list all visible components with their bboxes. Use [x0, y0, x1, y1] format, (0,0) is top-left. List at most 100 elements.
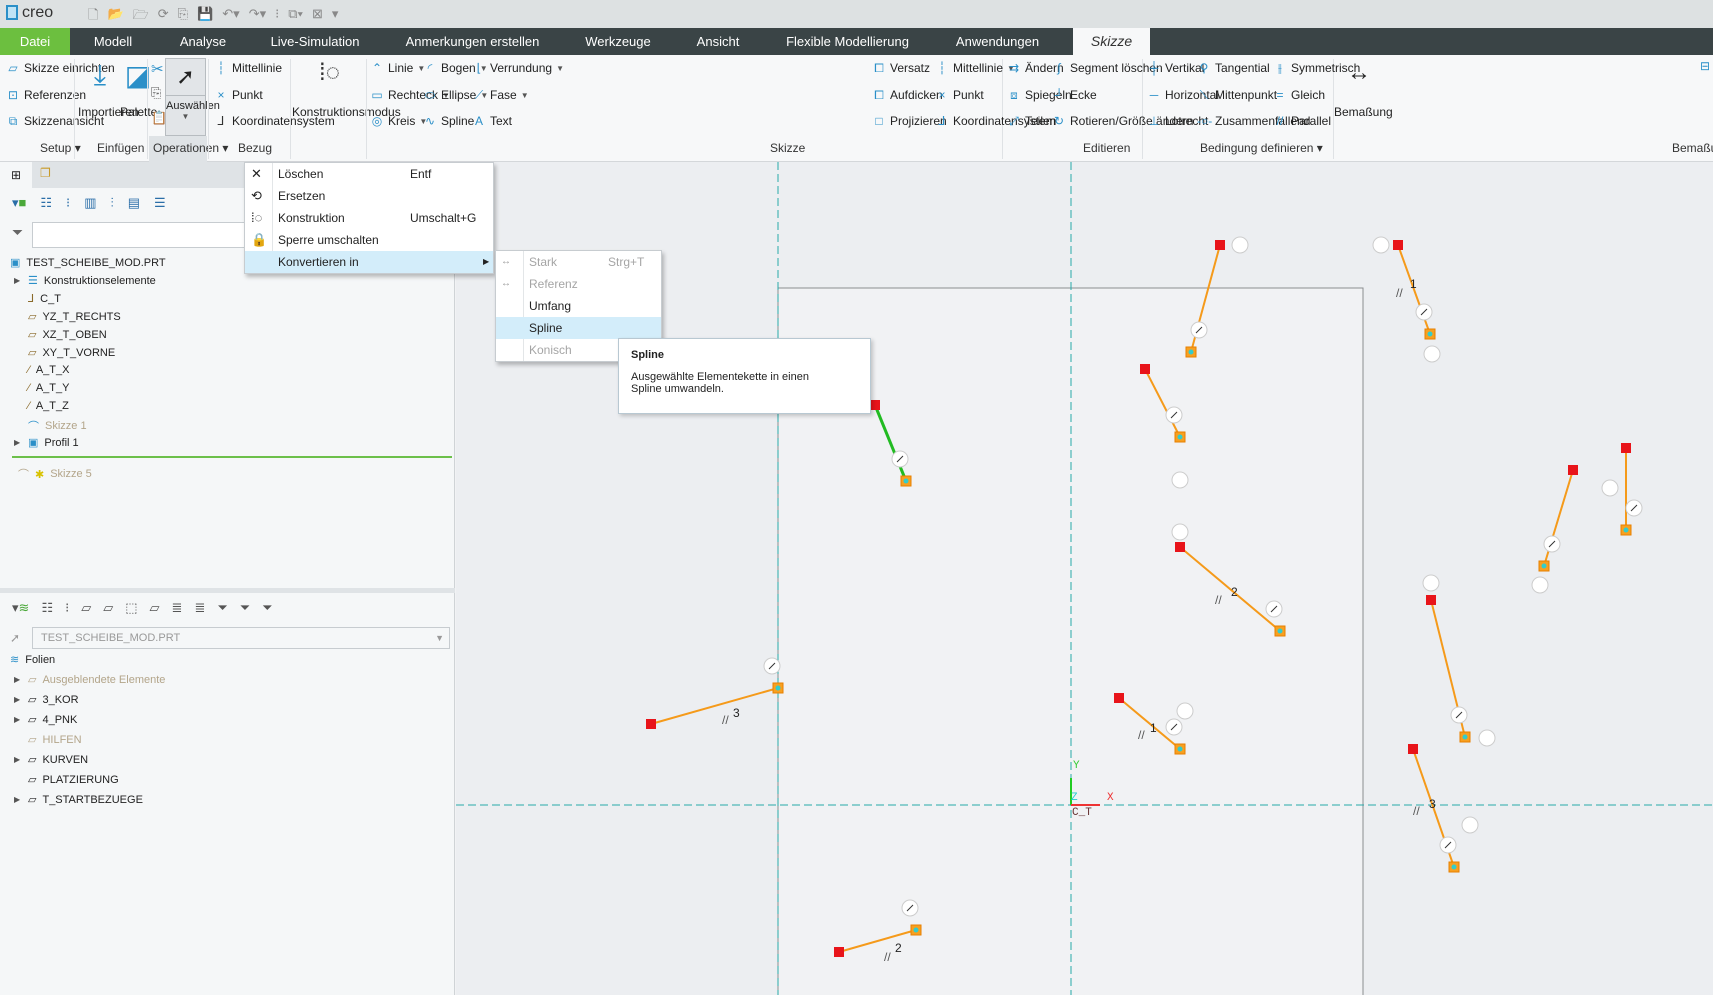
constraint-icon[interactable]: [1478, 729, 1496, 747]
importieren-button[interactable]: ⤓ Importieren: [78, 59, 139, 119]
expand-arrow-icon[interactable]: ▶: [14, 755, 22, 764]
constraint-gleich-button[interactable]: = Gleich: [1273, 88, 1325, 102]
menu-item-konvertieren-in[interactable]: Konvertieren in ▶: [245, 251, 493, 273]
constraint-icon[interactable]: [1171, 523, 1189, 541]
constraint-icon[interactable]: [1531, 576, 1549, 594]
tab-ansicht[interactable]: Ansicht: [688, 28, 748, 55]
layer-item[interactable]: ▶ ▱ 4_PNK: [14, 713, 77, 727]
show-dropdown-icon[interactable]: ▾■: [12, 195, 26, 211]
menu-item-konstruktion[interactable]: ⁞◌ Konstruktion Umschalt+G: [245, 207, 493, 229]
parallel-constraint-icon[interactable]: //: [1138, 728, 1145, 742]
tree-item[interactable]: ⁄ A_T_Y: [14, 382, 69, 394]
tree-item[interactable]: ▶ ▣ Profil 1: [14, 436, 79, 450]
new-layer-icon[interactable]: ▱: [103, 600, 113, 616]
tree-item-skizze-5[interactable]: ⌒ ✱ Skizze 5: [18, 466, 92, 482]
skizze-punkt-button[interactable]: × Punkt: [935, 88, 983, 102]
settings-icon[interactable]: ▤: [128, 195, 140, 211]
line-start-point[interactable]: [1621, 443, 1631, 453]
redo-icon[interactable]: ↷▾: [249, 6, 266, 28]
tree-item[interactable]: ▱ XZ_T_OBEN: [14, 328, 107, 342]
layer-item[interactable]: ▶ ▱ KURVEN: [14, 753, 88, 767]
constraint-icon[interactable]: [1171, 471, 1189, 489]
constraint-vertikal-button[interactable]: ┼ Vertikal: [1147, 61, 1205, 75]
dimension-label[interactable]: 1: [1410, 277, 1417, 291]
parallel-constraint-icon[interactable]: //: [1215, 593, 1222, 607]
cut-icon[interactable]: ✂: [151, 60, 164, 78]
bezug-punkt-button[interactable]: × Punkt: [214, 88, 262, 102]
tab-anmerkungen[interactable]: Anmerkungen erstellen: [395, 28, 550, 55]
menu-item-ersetzen[interactable]: ⟲ Ersetzen: [245, 185, 493, 207]
filter-icon[interactable]: ⏷: [240, 600, 250, 616]
submenu-item-referenz[interactable]: ↔ Referenz: [496, 273, 661, 295]
layer-item[interactable]: ▶ ▱ T_STARTBEZUEGE: [14, 793, 143, 807]
tree-item[interactable]: ▶ ☰ Konstruktionselemente: [14, 274, 156, 288]
constraint-icon[interactable]: [1423, 345, 1441, 363]
group-operationen[interactable]: Operationen ▾: [153, 141, 228, 155]
line-start-point[interactable]: [1175, 542, 1185, 552]
constraint-icon[interactable]: [1601, 479, 1619, 497]
panel-splitter[interactable]: [0, 588, 455, 593]
expand-arrow-icon[interactable]: ▶: [14, 438, 22, 447]
customize-icon[interactable]: ▾: [332, 6, 339, 28]
open-session-icon[interactable]: 🗁: [133, 6, 149, 28]
tree-item[interactable]: ▱ YZ_T_RECHTS: [14, 310, 121, 324]
skizze-verrundung-button[interactable]: ⌊ Verrundung ▼: [472, 61, 564, 75]
line-start-point[interactable]: [1215, 240, 1225, 250]
layer-model-combo[interactable]: TEST_SCHEIBE_MOD.PRT ▼: [32, 627, 450, 649]
tab-datei[interactable]: Datei: [0, 28, 70, 55]
chevron-down-icon[interactable]: ▼: [521, 91, 529, 100]
tree-item[interactable]: ⁄ A_T_Z: [14, 400, 69, 412]
edit-4-button[interactable]: ┘ Ecke: [1052, 88, 1097, 102]
dimension-label[interactable]: 3: [733, 706, 740, 720]
model-tree-tab-icon[interactable]: ⊞: [0, 162, 32, 188]
layer-show-icon[interactable]: ▾≋: [12, 600, 29, 616]
skizze-mittellinie-button[interactable]: ┆ Mittellinie ▼: [935, 61, 1015, 75]
constraint-symmetrisch-button[interactable]: ⫲ Symmetrisch: [1273, 61, 1360, 75]
undo-icon[interactable]: ↶▾: [222, 6, 239, 28]
chevron-down-icon[interactable]: ▼: [556, 64, 564, 73]
line-start-point[interactable]: [1408, 744, 1418, 754]
expand-arrow-icon[interactable]: ▶: [14, 675, 22, 684]
parallel-constraint-icon[interactable]: //: [884, 950, 891, 964]
open-icon[interactable]: 📂: [107, 6, 123, 28]
dimension-label[interactable]: 3: [1429, 797, 1436, 811]
expand-icon[interactable]: ☷: [41, 600, 53, 616]
layer-item[interactable]: ▶ ▱ Ausgeblendete Elemente: [14, 673, 165, 687]
filter-select-icon[interactable]: ⏷: [262, 600, 272, 616]
tab-analyse[interactable]: Analyse: [170, 28, 236, 55]
constraint-icon[interactable]: [1422, 574, 1440, 592]
dimension-extra-icon[interactable]: ⊟: [1700, 59, 1710, 73]
parallel-constraint-icon[interactable]: //: [1396, 286, 1403, 300]
expand-icon[interactable]: ☷: [40, 195, 52, 211]
constraint-icon[interactable]: [1231, 236, 1249, 254]
parallel-constraint-icon[interactable]: //: [722, 713, 729, 727]
bezug-mittellinie-button[interactable]: ┆ Mittellinie: [214, 61, 282, 75]
layer-item[interactable]: ▱ PLATZIERUNG: [14, 773, 119, 787]
expand-arrow-icon[interactable]: ▶: [14, 695, 22, 704]
layer-stack2-icon[interactable]: ≣: [194, 600, 205, 616]
tree-item[interactable]: ▱ XY_T_VORNE: [14, 346, 115, 360]
tree-item[interactable]: ⁄ A_T_X: [14, 364, 69, 376]
insert-indicator[interactable]: [12, 456, 452, 458]
skizze-kreis-button[interactable]: ◎ Kreis ▼: [370, 114, 428, 128]
hide-layer-icon[interactable]: ▱: [81, 600, 91, 616]
line-start-point[interactable]: [870, 400, 880, 410]
edit-2-button[interactable]: ⤢ Teilen: [1007, 114, 1056, 128]
constraint-icon[interactable]: [1461, 816, 1479, 834]
columns-icon[interactable]: ▥: [84, 195, 96, 211]
regenerate-icon[interactable]: ⟳: [158, 6, 169, 28]
close-window-icon[interactable]: ⊠: [312, 6, 323, 28]
line-start-point[interactable]: [834, 947, 844, 957]
layer-item[interactable]: ▶ ▱ 3_KOR: [14, 693, 79, 707]
line-start-point[interactable]: [1140, 364, 1150, 374]
dimension-label[interactable]: 1: [1150, 721, 1157, 735]
skizze-fase-button[interactable]: ⟋ Fase ▼: [472, 88, 529, 102]
parallel-constraint-icon[interactable]: //: [1413, 804, 1420, 818]
tab-skizze[interactable]: Skizze: [1073, 28, 1150, 55]
constraint-mittenpunkt-button[interactable]: ⟍ Mittenpunkt: [1197, 88, 1277, 102]
constraint-icon[interactable]: [1372, 236, 1390, 254]
dimension-label[interactable]: 2: [895, 941, 902, 955]
tree-root[interactable]: ▣ TEST_SCHEIBE_MOD.PRT: [10, 256, 166, 270]
dimension-label[interactable]: 2: [1231, 585, 1238, 599]
line-start-point[interactable]: [1114, 693, 1124, 703]
